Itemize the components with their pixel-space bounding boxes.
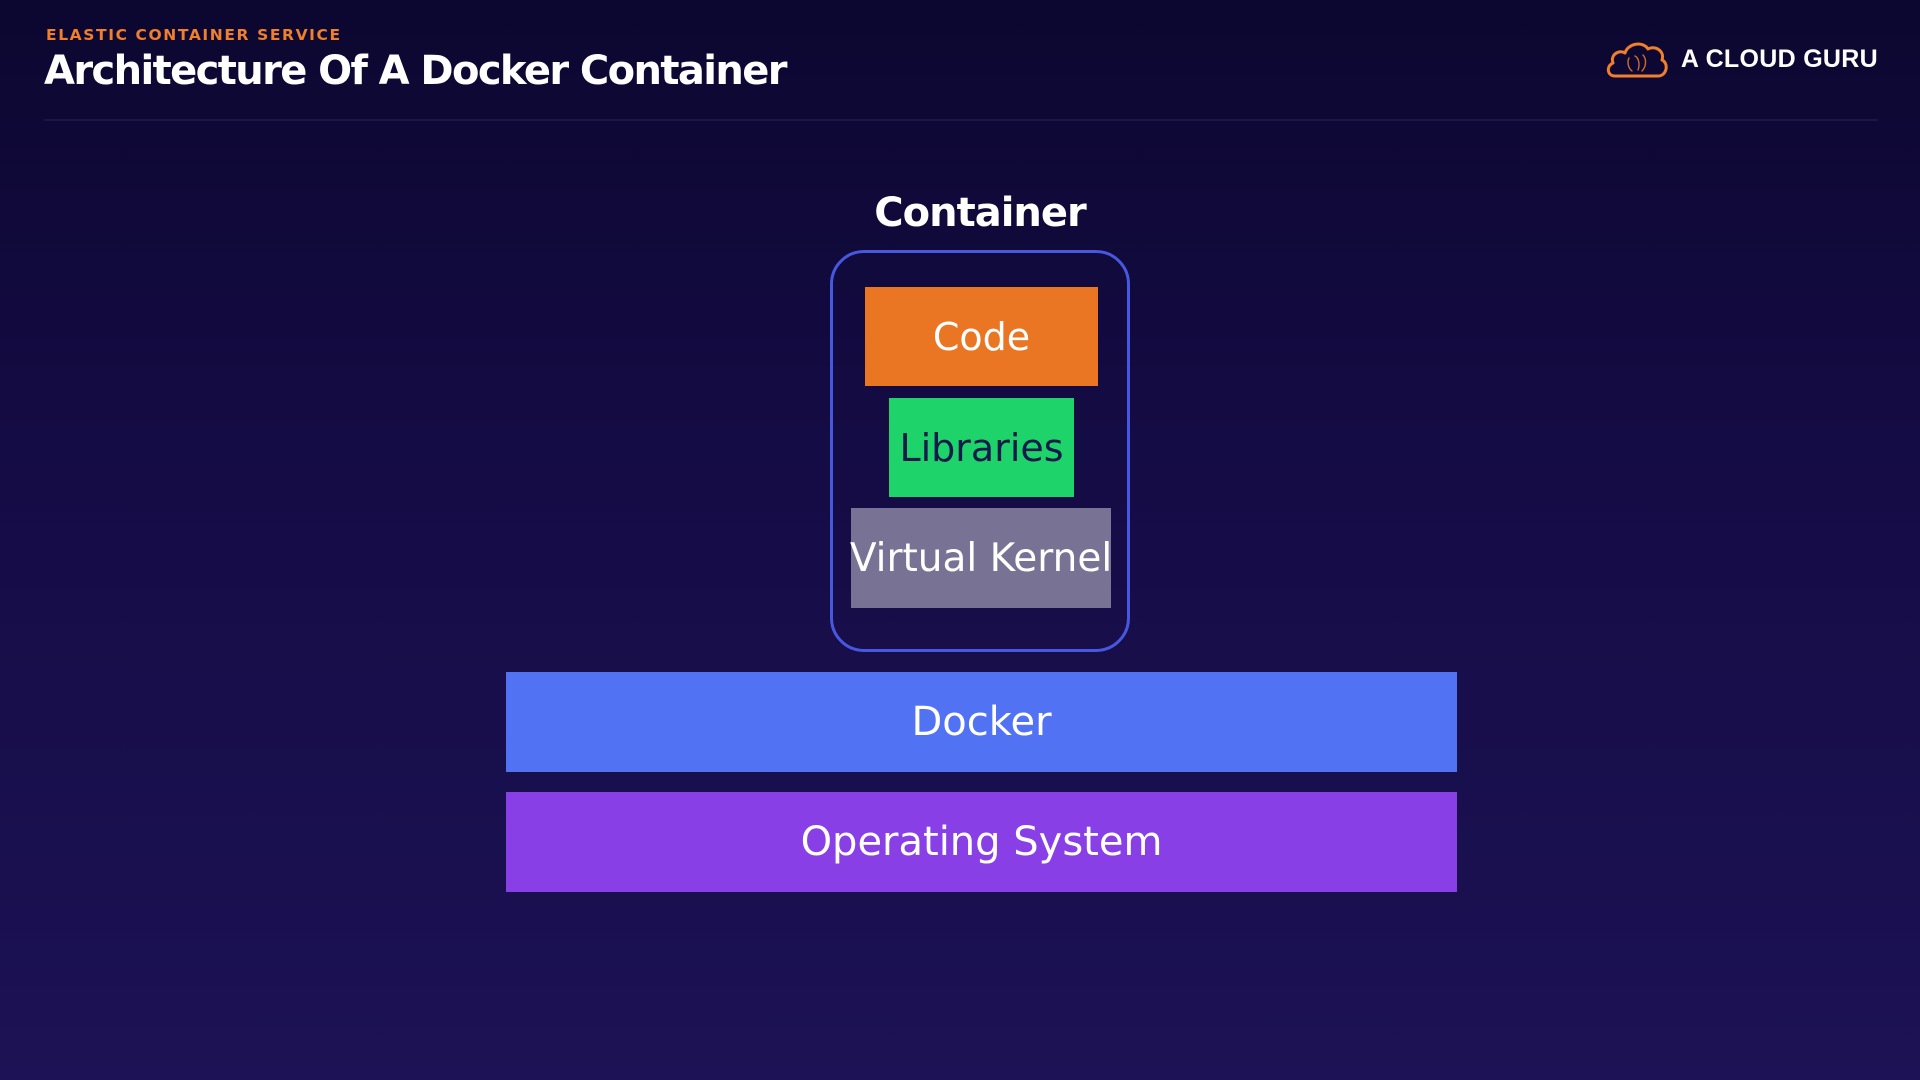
libraries-layer: Libraries	[889, 398, 1074, 497]
page-title: Architecture Of A Docker Container	[44, 48, 788, 94]
operating-system-layer: Operating System	[506, 792, 1457, 892]
container-label: Container	[874, 190, 1086, 236]
brand-name: A CLOUD GURU	[1680, 44, 1878, 73]
virtual-kernel-layer: Virtual Kernel	[850, 508, 1112, 608]
section-eyebrow: ELASTIC CONTAINER SERVICE	[46, 26, 342, 44]
cloud-icon	[1606, 42, 1668, 78]
brand-logo: A CLOUD GURU	[1605, 38, 1878, 80]
header-divider	[44, 119, 1878, 121]
code-layer: Code	[865, 287, 1098, 386]
docker-layer: Docker	[506, 672, 1457, 772]
